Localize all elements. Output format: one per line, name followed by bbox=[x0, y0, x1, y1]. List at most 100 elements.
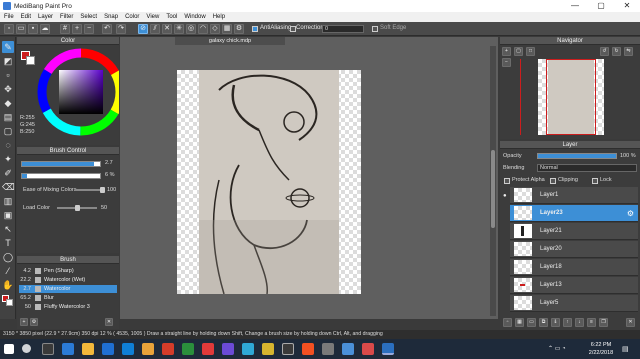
medibang-taskbar-icon[interactable] bbox=[382, 343, 394, 355]
snap-cross-icon[interactable]: ✕ bbox=[162, 24, 172, 34]
eyedropper-icon[interactable]: ⁄ bbox=[2, 265, 14, 277]
save-icon[interactable]: ▪ bbox=[28, 24, 38, 34]
menu-select[interactable]: Select bbox=[80, 14, 97, 20]
dot-tool-icon[interactable]: ▫ bbox=[2, 69, 14, 81]
canvas-vertical-scrollbar[interactable] bbox=[490, 46, 496, 316]
brush-item-selected[interactable]: 2.7 Watercolor bbox=[19, 285, 117, 293]
layer-row[interactable]: Layer20 bbox=[510, 241, 638, 258]
protect-alpha-checkbox[interactable] bbox=[504, 178, 510, 184]
ease-slider[interactable] bbox=[75, 187, 105, 193]
move-layer-down-icon[interactable]: ↓ bbox=[575, 318, 584, 327]
layer-settings-gear-icon[interactable]: ⚙ bbox=[627, 209, 634, 218]
minimize-button[interactable]: — bbox=[562, 0, 588, 12]
app-icon-12[interactable] bbox=[362, 343, 374, 355]
app-icon-7[interactable] bbox=[262, 343, 274, 355]
magic-wand-icon[interactable]: ✦ bbox=[2, 153, 14, 165]
eraser-tool-icon[interactable]: ◩ bbox=[2, 55, 14, 67]
clipping-checkbox[interactable] bbox=[550, 178, 556, 184]
gradient-tool-icon[interactable]: ▤ bbox=[2, 111, 14, 123]
undo-icon[interactable]: ↶ bbox=[102, 24, 112, 34]
search-icon[interactable] bbox=[22, 344, 31, 353]
text-tool-icon[interactable]: T bbox=[2, 237, 14, 249]
lock-checkbox[interactable] bbox=[592, 178, 598, 184]
document-tab[interactable]: galaxy chick.mdp bbox=[175, 37, 285, 45]
app-icon-1[interactable] bbox=[142, 343, 154, 355]
snap-grid-icon[interactable]: ▦ bbox=[222, 24, 232, 34]
menu-snap[interactable]: Snap bbox=[104, 14, 118, 20]
app-icon-6[interactable] bbox=[242, 343, 254, 355]
menu-tool[interactable]: Tool bbox=[166, 14, 177, 20]
menu-filter[interactable]: Filter bbox=[60, 14, 73, 20]
layer-row[interactable]: Layer21 bbox=[510, 223, 638, 240]
brush-item[interactable]: 65.2 Blur bbox=[19, 294, 117, 302]
menu-help[interactable]: Help bbox=[213, 14, 225, 20]
layer-row[interactable]: Layer13 bbox=[510, 277, 638, 294]
zoom-out-icon[interactable]: − bbox=[84, 24, 94, 34]
brush-tool-icon[interactable]: ✎ bbox=[2, 41, 14, 53]
nav-zoom-out-icon[interactable]: − bbox=[502, 58, 511, 67]
grid-icon[interactable]: # bbox=[60, 24, 70, 34]
lasso-tool-icon[interactable]: ◌ bbox=[2, 139, 14, 151]
store-icon[interactable] bbox=[102, 343, 114, 355]
app-icon-5[interactable] bbox=[222, 343, 234, 355]
merge-down-icon[interactable]: ⇓ bbox=[551, 318, 560, 327]
move-tool-icon[interactable]: ✥ bbox=[2, 83, 14, 95]
nav-preview[interactable] bbox=[538, 59, 604, 135]
open-file-icon[interactable]: ▭ bbox=[16, 24, 26, 34]
fill-tool-icon[interactable]: ◆ bbox=[2, 97, 14, 109]
nav-actual-size-icon[interactable]: □ bbox=[526, 47, 535, 56]
nav-rotate-right-icon[interactable]: ↻ bbox=[612, 47, 621, 56]
new-halftone-layer-icon[interactable]: ▦ bbox=[515, 318, 524, 327]
brush-item[interactable]: 4.2 Pen (Sharp) bbox=[19, 267, 117, 275]
layer-visibility-eye-icon[interactable]: ● bbox=[503, 193, 507, 199]
snap-radial-icon[interactable]: ✳ bbox=[174, 24, 184, 34]
delete-layer-icon[interactable]: ✕ bbox=[626, 318, 635, 327]
menu-edit[interactable]: Edit bbox=[21, 14, 31, 20]
task-view-icon[interactable] bbox=[42, 343, 54, 355]
duplicate-layer-icon[interactable]: ⧉ bbox=[539, 318, 548, 327]
select-pen-icon[interactable]: ✐ bbox=[2, 167, 14, 179]
brush-settings-icon[interactable]: ⚙ bbox=[30, 318, 38, 326]
notification-icon[interactable]: ▤ bbox=[622, 345, 629, 353]
redo-icon[interactable]: ↷ bbox=[116, 24, 126, 34]
nav-fit-icon[interactable]: ▢ bbox=[514, 47, 523, 56]
new-folder-icon[interactable]: ▭ bbox=[527, 318, 536, 327]
layer-opacity-slider[interactable] bbox=[537, 153, 617, 159]
artwork-sketch[interactable] bbox=[199, 70, 339, 295]
brush-opacity-slider[interactable] bbox=[21, 173, 101, 179]
layer-menu-icon[interactable]: ≡ bbox=[587, 318, 596, 327]
antialias-checkbox[interactable] bbox=[252, 26, 258, 32]
menu-window[interactable]: Window bbox=[184, 14, 205, 20]
nav-rotate-left-icon[interactable]: ↺ bbox=[600, 47, 609, 56]
app-icon-11[interactable] bbox=[342, 343, 354, 355]
brush-size-slider[interactable] bbox=[21, 161, 101, 167]
close-button[interactable]: ✕ bbox=[614, 0, 640, 12]
move-layer-up-icon[interactable]: ↑ bbox=[563, 318, 572, 327]
menu-layer[interactable]: Layer bbox=[38, 14, 53, 20]
menu-color[interactable]: Color bbox=[125, 14, 139, 20]
cloud-icon[interactable]: ☁ bbox=[40, 24, 50, 34]
delete-brush-icon[interactable]: ✕ bbox=[105, 318, 113, 326]
app-icon-3[interactable] bbox=[182, 343, 194, 355]
layer-row-selected[interactable]: Layer23 ⚙ bbox=[510, 205, 638, 222]
mail-icon[interactable] bbox=[122, 343, 134, 355]
snap-parallel-icon[interactable]: ⫽ bbox=[150, 24, 160, 34]
file-explorer-icon[interactable] bbox=[82, 343, 94, 355]
zoom-in-icon[interactable]: + bbox=[72, 24, 82, 34]
text-balloon-icon[interactable]: ◯ bbox=[2, 251, 14, 263]
nav-zoom-in-icon[interactable]: + bbox=[502, 47, 511, 56]
app-icon-9[interactable] bbox=[302, 343, 314, 355]
soft-edge-checkbox[interactable] bbox=[372, 26, 378, 32]
add-brush-icon[interactable]: + bbox=[20, 318, 28, 326]
snap-perspective-icon[interactable]: ◇ bbox=[210, 24, 220, 34]
frame-tool-icon[interactable]: ▣ bbox=[2, 209, 14, 221]
hand-tool-icon[interactable]: ✋ bbox=[2, 279, 14, 291]
brush-item[interactable]: 22.2 Watercolor (Wet) bbox=[19, 276, 117, 284]
windows-start-icon[interactable] bbox=[4, 344, 14, 354]
new-file-icon[interactable]: ▫ bbox=[4, 24, 14, 34]
layer-row[interactable]: Layer1 bbox=[510, 187, 638, 204]
snap-off-icon[interactable]: ⊘ bbox=[138, 24, 148, 34]
layer-copy-icon[interactable]: ❐ bbox=[599, 318, 608, 327]
new-layer-icon[interactable]: ▫ bbox=[503, 318, 512, 327]
menu-view[interactable]: View bbox=[146, 14, 159, 20]
